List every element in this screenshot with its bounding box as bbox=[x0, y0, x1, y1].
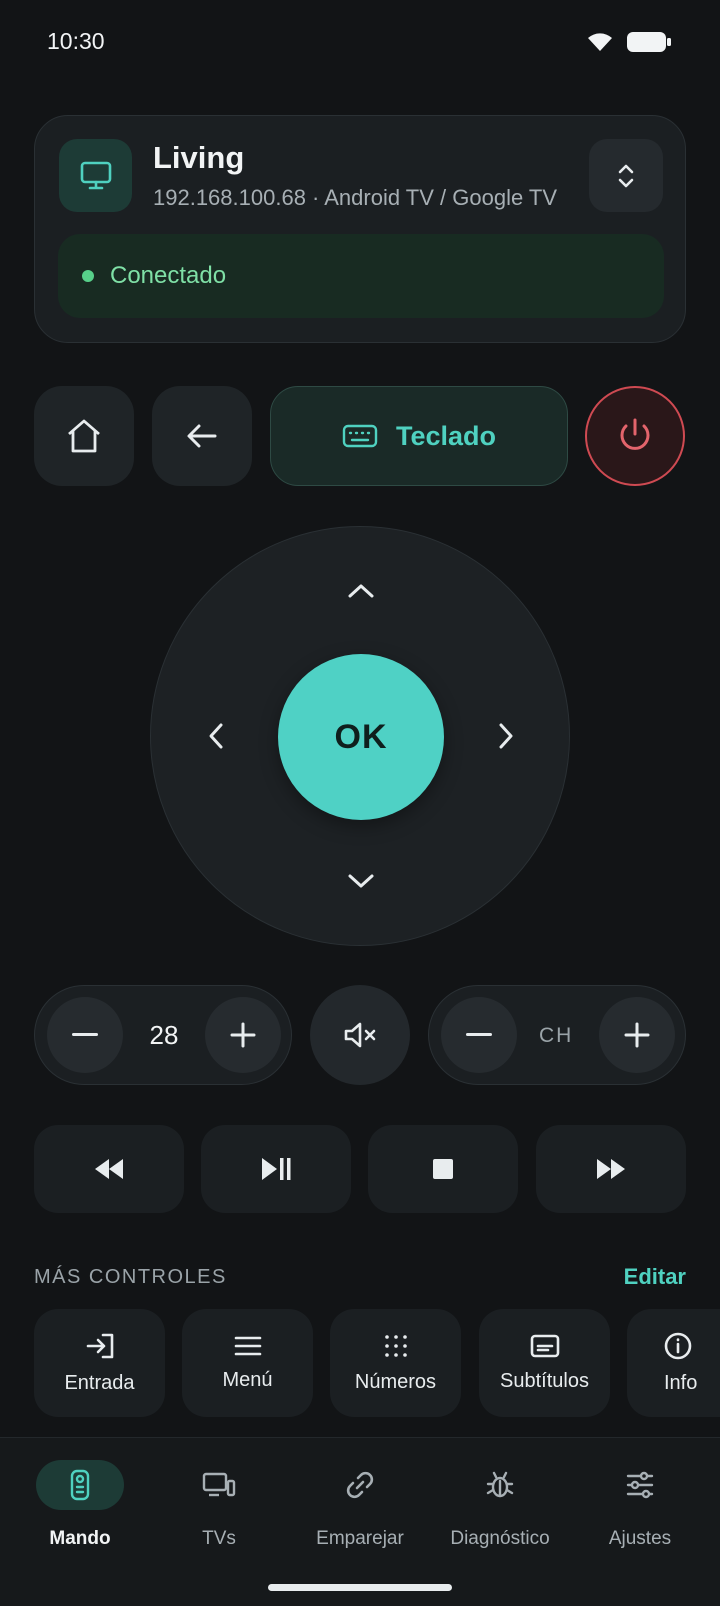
keyboard-icon bbox=[342, 424, 378, 448]
chip-menu[interactable]: Menú bbox=[182, 1309, 313, 1417]
chip-label: Info bbox=[664, 1371, 698, 1394]
home-icon bbox=[68, 419, 100, 453]
channel-control: CH bbox=[428, 985, 686, 1085]
link-icon bbox=[316, 1460, 404, 1510]
volume-level: 28 bbox=[149, 1020, 179, 1050]
chevron-up-icon bbox=[348, 584, 374, 598]
dpad-left-button[interactable] bbox=[186, 706, 246, 766]
stop-icon bbox=[433, 1159, 453, 1179]
connection-status: Conectado bbox=[58, 234, 664, 318]
bottom-nav: Mando TVs Emparejar Diagnóstico Ajustes bbox=[0, 1437, 720, 1606]
nav-label: Ajustes bbox=[608, 1528, 672, 1549]
device-name: Living bbox=[153, 140, 245, 175]
status-dot bbox=[82, 270, 94, 282]
switch-device-button[interactable] bbox=[589, 139, 663, 212]
menu-icon bbox=[234, 1336, 261, 1355]
keyboard-label: Teclado bbox=[395, 420, 497, 451]
nav-item-emparejar[interactable]: Emparejar bbox=[290, 1460, 430, 1550]
volume-up-button[interactable] bbox=[205, 997, 281, 1073]
device-card: Living 192.168.100.68 · Android TV / Goo… bbox=[34, 115, 686, 343]
power-icon bbox=[620, 418, 650, 450]
fast-forward-icon bbox=[597, 1159, 625, 1179]
ok-label: OK bbox=[334, 717, 388, 756]
ok-button[interactable]: OK bbox=[278, 654, 444, 820]
nav-label: Diagnóstico bbox=[450, 1528, 550, 1549]
numpad-icon bbox=[384, 1334, 407, 1357]
stop-button[interactable] bbox=[368, 1125, 518, 1213]
chip-info[interactable]: Info bbox=[627, 1309, 720, 1417]
chip-label: Números bbox=[354, 1370, 437, 1393]
play-pause-icon bbox=[262, 1158, 291, 1180]
nav-item-diagnostico[interactable]: Diagnóstico bbox=[430, 1460, 570, 1550]
more-controls-title: MÁS CONTROLES bbox=[34, 1266, 227, 1288]
plus-icon bbox=[230, 1022, 256, 1048]
remote-icon bbox=[36, 1460, 124, 1510]
chip-subtitulos[interactable]: Subtítulos bbox=[479, 1309, 610, 1417]
battery-icon bbox=[626, 30, 672, 59]
minus-icon bbox=[72, 1033, 98, 1036]
chip-entrada[interactable]: Entrada bbox=[34, 1309, 165, 1417]
nav-label: Emparejar bbox=[316, 1528, 404, 1549]
fast-forward-button[interactable] bbox=[536, 1125, 686, 1213]
volume-control: 28 bbox=[34, 985, 292, 1085]
unfold-icon bbox=[618, 164, 634, 187]
chevron-right-icon bbox=[499, 723, 513, 749]
arrow-left-icon bbox=[187, 424, 217, 448]
channel-label: CH bbox=[539, 1024, 574, 1047]
status-icons bbox=[586, 30, 672, 59]
tv-icon bbox=[59, 139, 132, 212]
minus-icon bbox=[466, 1033, 492, 1036]
play-pause-button[interactable] bbox=[201, 1125, 351, 1213]
channel-down-button[interactable] bbox=[441, 997, 517, 1073]
bug-icon bbox=[456, 1460, 544, 1510]
nav-label: Mando bbox=[49, 1528, 111, 1549]
info-icon bbox=[664, 1332, 692, 1359]
nav-label: TVs bbox=[202, 1528, 236, 1549]
status-time: 10:30 bbox=[47, 28, 105, 54]
home-button[interactable] bbox=[34, 386, 134, 486]
wifi-icon bbox=[586, 31, 614, 58]
dpad-right-button[interactable] bbox=[476, 706, 536, 766]
dpad-up-button[interactable] bbox=[331, 561, 391, 621]
volume-mute-icon bbox=[344, 1022, 376, 1048]
device-details: 192.168.100.68 · Android TV / Google TV bbox=[153, 185, 558, 210]
connection-status-label: Conectado bbox=[110, 262, 227, 289]
home-indicator[interactable] bbox=[268, 1584, 452, 1591]
chip-label: Menú bbox=[222, 1368, 273, 1391]
back-button[interactable] bbox=[152, 386, 252, 486]
volume-down-button[interactable] bbox=[47, 997, 123, 1073]
plus-icon bbox=[624, 1022, 650, 1048]
chip-label: Entrada bbox=[64, 1371, 135, 1394]
chevron-down-icon bbox=[348, 874, 374, 888]
nav-item-mando[interactable]: Mando bbox=[10, 1460, 150, 1550]
rewind-button[interactable] bbox=[34, 1125, 184, 1213]
dpad-down-button[interactable] bbox=[331, 851, 391, 911]
channel-up-button[interactable] bbox=[599, 997, 675, 1073]
devices-icon bbox=[175, 1460, 263, 1510]
chip-numeros[interactable]: Números bbox=[330, 1309, 461, 1417]
keyboard-button[interactable]: Teclado bbox=[270, 386, 568, 486]
nav-item-ajustes[interactable]: Ajustes bbox=[570, 1460, 710, 1550]
rewind-icon bbox=[95, 1159, 123, 1179]
edit-link[interactable]: Editar bbox=[624, 1264, 686, 1290]
nav-item-tvs[interactable]: TVs bbox=[149, 1460, 289, 1550]
dpad: OK bbox=[150, 526, 570, 946]
subtitles-icon bbox=[530, 1334, 559, 1357]
mute-button[interactable] bbox=[310, 985, 410, 1085]
input-icon bbox=[86, 1333, 113, 1358]
sliders-icon bbox=[596, 1460, 684, 1510]
chip-label: Subtítulos bbox=[500, 1369, 589, 1392]
chevron-left-icon bbox=[209, 723, 223, 749]
power-button[interactable] bbox=[585, 386, 685, 486]
